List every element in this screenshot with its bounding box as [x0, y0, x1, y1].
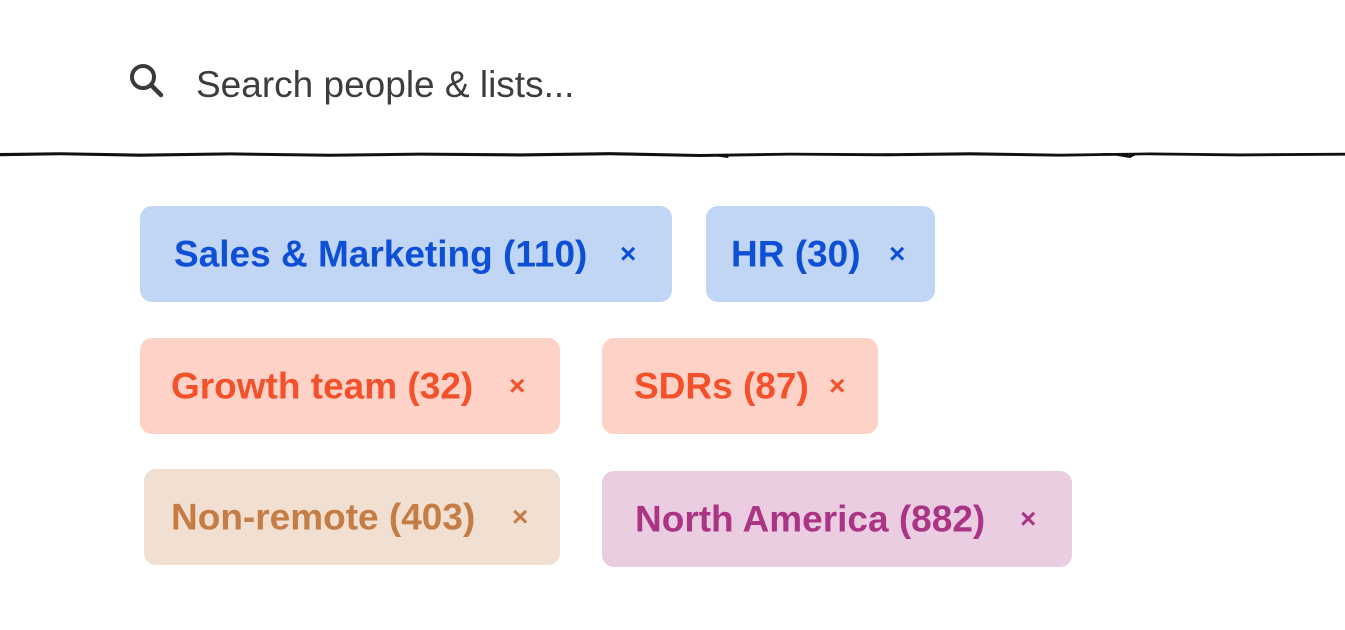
- chip-north-america[interactable]: North America (882) ×: [602, 471, 1072, 567]
- chip-label: Non-remote (403): [171, 496, 476, 538]
- chip-label: SDRs (87): [634, 365, 809, 407]
- chip-non-remote[interactable]: Non-remote (403) ×: [144, 469, 560, 565]
- chip-hr[interactable]: HR (30) ×: [706, 206, 935, 302]
- close-icon[interactable]: ×: [889, 240, 905, 268]
- chip-label: North America (882): [635, 498, 986, 540]
- chip-label: HR (30): [731, 233, 861, 275]
- search-bar: [0, 0, 1345, 150]
- chip-sdrs[interactable]: SDRs (87) ×: [602, 338, 878, 434]
- close-icon[interactable]: ×: [512, 503, 528, 531]
- chip-label: Sales & Marketing (110): [174, 233, 588, 275]
- close-icon[interactable]: ×: [1020, 505, 1036, 533]
- search-input[interactable]: [196, 55, 1096, 115]
- divider: [0, 152, 1345, 158]
- chip-growth-team[interactable]: Growth team (32) ×: [140, 338, 560, 434]
- chip-sales-marketing[interactable]: Sales & Marketing (110) ×: [140, 206, 672, 302]
- search-icon: [130, 64, 164, 98]
- close-icon[interactable]: ×: [509, 372, 525, 400]
- close-icon[interactable]: ×: [620, 240, 636, 268]
- close-icon[interactable]: ×: [829, 372, 845, 400]
- chip-label: Growth team (32): [171, 365, 474, 407]
